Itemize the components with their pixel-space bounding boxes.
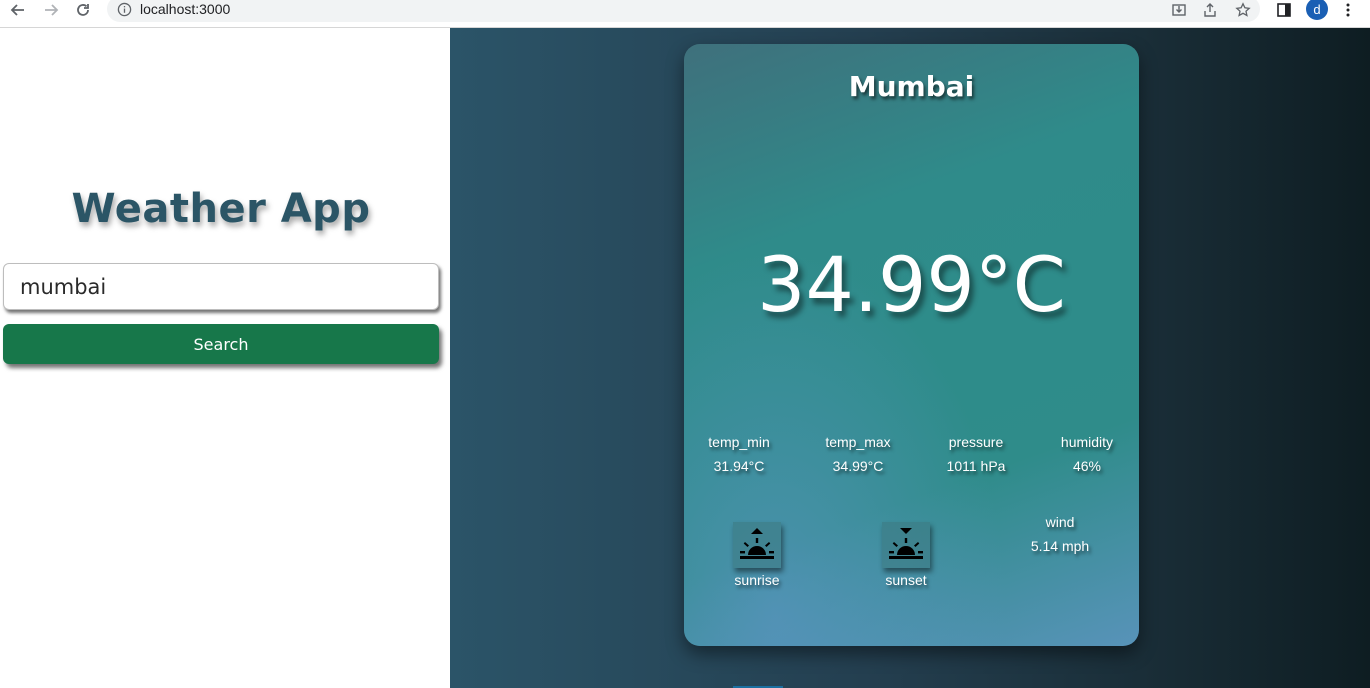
share-button[interactable] bbox=[1200, 0, 1220, 20]
sunset-icon-box bbox=[882, 522, 930, 568]
sunrise-icon bbox=[740, 528, 774, 559]
stat-label: wind bbox=[1045, 514, 1075, 530]
stat-label: temp_min bbox=[708, 434, 770, 450]
side-panel-button[interactable] bbox=[1274, 0, 1294, 20]
kebab-menu-icon bbox=[1346, 3, 1350, 17]
back-arrow-icon bbox=[10, 4, 24, 16]
back-button[interactable] bbox=[4, 0, 32, 20]
sunrise-icon-box bbox=[733, 522, 781, 568]
city-name: Mumbai bbox=[848, 70, 975, 103]
sunset-label: sunset bbox=[885, 572, 927, 588]
app-title: Weather App bbox=[71, 186, 371, 232]
profile-avatar[interactable]: d bbox=[1306, 0, 1328, 20]
search-button[interactable]: Search bbox=[3, 324, 439, 364]
stat-value: 34.99°C bbox=[832, 458, 884, 474]
stat-temp-max: temp_max 34.99°C bbox=[803, 434, 913, 474]
weather-panel: Mumbai 34.99°C temp_min 31.94°C temp_max… bbox=[450, 28, 1370, 688]
stat-value: 5.14 mph bbox=[1030, 538, 1090, 554]
sunset-icon bbox=[889, 528, 923, 559]
stat-label: pressure bbox=[948, 434, 1004, 450]
install-icon bbox=[1172, 4, 1186, 16]
stat-value: 46% bbox=[1072, 458, 1102, 474]
url-text[interactable]: localhost:3000 bbox=[140, 1, 230, 17]
stat-label: temp_max bbox=[825, 434, 891, 450]
forward-arrow-icon bbox=[45, 4, 59, 16]
sunrise-label: sunrise bbox=[734, 572, 780, 588]
sunset-block: sunset bbox=[861, 522, 951, 588]
stat-humidity: humidity 46% bbox=[1032, 434, 1139, 474]
stat-pressure: pressure 1011 hPa bbox=[921, 434, 1031, 474]
stat-temp-min: temp_min 31.94°C bbox=[684, 434, 794, 474]
stat-label: humidity bbox=[1060, 434, 1114, 450]
bookmark-button[interactable] bbox=[1233, 0, 1253, 20]
stat-value: 1011 hPa bbox=[946, 458, 1006, 474]
menu-button[interactable] bbox=[1338, 0, 1358, 20]
stat-value: 31.94°C bbox=[713, 458, 765, 474]
reload-button[interactable] bbox=[69, 0, 97, 20]
star-icon bbox=[1235, 2, 1251, 17]
reload-icon bbox=[77, 4, 89, 16]
current-temperature: 34.99°C bbox=[757, 240, 1066, 329]
side-panel-icon bbox=[1277, 3, 1291, 17]
sunrise-block: sunrise bbox=[712, 522, 802, 588]
city-search-input[interactable]: mumbai bbox=[3, 263, 439, 310]
address-bar[interactable]: localhost:3000 bbox=[107, 0, 1260, 22]
info-icon[interactable] bbox=[117, 2, 132, 17]
stat-wind: wind 5.14 mph bbox=[1005, 514, 1115, 554]
browser-toolbar: localhost:3000 d bbox=[0, 0, 1370, 28]
weather-card: Mumbai 34.99°C temp_min 31.94°C temp_max… bbox=[684, 44, 1139, 646]
install-app-button[interactable] bbox=[1169, 0, 1189, 20]
search-panel: Weather App mumbai Search bbox=[0, 28, 450, 688]
share-icon bbox=[1204, 3, 1216, 17]
forward-button[interactable] bbox=[37, 0, 65, 20]
